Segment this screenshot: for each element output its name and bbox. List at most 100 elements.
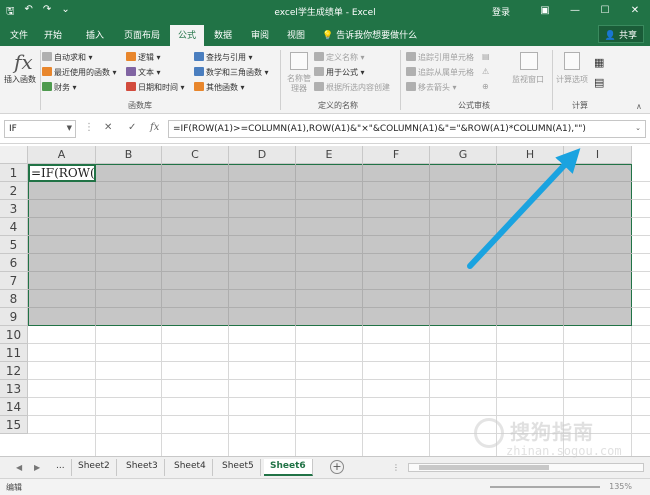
group-label-calculation: 计算 [572, 101, 588, 110]
watermark-url: zhinan.sogou.com [506, 444, 622, 458]
title-bar: 🖫 ↶ ↷ ⌄ excel学生成绩单 - Excel 登录 ▣ — ☐ ✕ [0, 0, 650, 22]
trace-dependents-button[interactable]: 追踪从属单元格 [406, 67, 474, 78]
add-sheet-icon[interactable]: + [330, 460, 344, 474]
text-icon [126, 67, 136, 76]
tab-data[interactable]: 数据 [214, 28, 232, 41]
tab-splitter-icon[interactable]: ⋮ [392, 463, 400, 472]
use-in-formula-button[interactable]: 用于公式 ▾ [314, 67, 365, 78]
calendar-icon [126, 82, 136, 91]
autosum-button[interactable]: 自动求和 ▾ [42, 52, 93, 63]
sigma-icon [42, 52, 52, 61]
tell-me-text: 告诉我你想要做什么 [336, 31, 418, 41]
tab-insert[interactable]: 插入 [86, 28, 104, 41]
trace-precedents-icon [406, 52, 416, 61]
tab-formulas[interactable]: 公式 [170, 25, 205, 46]
tab-review[interactable]: 审阅 [251, 28, 269, 41]
sheet-tab-sheet3[interactable]: Sheet3 [120, 459, 165, 476]
share-button[interactable]: 👤 共享 [597, 25, 644, 43]
login-link[interactable]: 登录 [492, 5, 510, 18]
datetime-button[interactable]: 日期和时间 ▾ [126, 82, 185, 93]
excel-window: 🖫 ↶ ↷ ⌄ excel学生成绩单 - Excel 登录 ▣ — ☐ ✕ 文件… [0, 0, 650, 495]
prev-sheet-icon[interactable]: ◀ [16, 463, 22, 472]
divider [400, 50, 401, 110]
logical-button[interactable]: 逻辑 ▾ [126, 52, 161, 63]
status-bar: 编辑 135% [0, 478, 650, 495]
zoom-slider[interactable] [490, 486, 600, 488]
math-button[interactable]: 数学和三角函数 ▾ [194, 67, 269, 78]
maximize-icon[interactable]: ☐ [590, 0, 620, 22]
remove-arrows-button[interactable]: 移去箭头 ▾ [406, 82, 457, 93]
name-manager-button[interactable]: 名称管理器 [285, 74, 313, 94]
formula-input[interactable]: =IF(ROW(A1)>=COLUMN(A1),ROW(A1)&"×"&COLU… [168, 120, 646, 138]
zoom-level[interactable]: 135% [609, 482, 632, 491]
person-icon: 👤 [604, 31, 617, 41]
watermark-logo [474, 418, 504, 448]
insert-function-button[interactable]: 插入函数 [4, 74, 36, 85]
window-controls: ▣ — ☐ ✕ [530, 0, 650, 22]
arrow-line [467, 148, 581, 269]
use-in-formula-icon [314, 67, 324, 76]
recent-functions-button[interactable]: 最近使用的函数 ▾ [42, 67, 117, 78]
close-icon[interactable]: ✕ [620, 0, 650, 22]
sheet-tab-sheet5[interactable]: Sheet5 [216, 459, 261, 476]
lookup-icon [194, 52, 204, 61]
annotation-arrow [467, 148, 581, 269]
calculation-options-button[interactable]: 计算选项 [556, 74, 588, 85]
insert-function-icon[interactable]: fx [150, 122, 159, 133]
chevron-down-icon[interactable]: ▼ [67, 124, 72, 132]
divider [40, 50, 41, 110]
collapse-ribbon-icon[interactable]: ∧ [636, 102, 642, 111]
fx-icon[interactable]: fx [14, 50, 33, 74]
tab-file[interactable]: 文件 [10, 28, 28, 41]
minimize-icon[interactable]: — [560, 0, 590, 22]
trace-precedents-button[interactable]: 追踪引用单元格 [406, 52, 474, 63]
name-manager-icon [290, 52, 308, 70]
worksheet-grid[interactable]: ABCDEFGHI 1 2 3 4 5 6 7 8 9 10 11 12 13 14 15 =IF(ROW(… [0, 146, 650, 456]
lookup-button[interactable]: 查找与引用 ▾ [194, 52, 253, 63]
formula-text: =IF(ROW(A1)>=COLUMN(A1),ROW(A1)&"×"&COLU… [173, 124, 586, 134]
evaluate-formula-icon[interactable]: ⊕ [482, 82, 489, 91]
tab-home[interactable]: 开始 [44, 28, 62, 41]
share-label: 共享 [618, 31, 637, 41]
tell-me-box[interactable]: 💡 告诉我你想要做什么 [322, 28, 417, 41]
sheet-tab-sheet4[interactable]: Sheet4 [168, 459, 213, 476]
status-mode: 编辑 [6, 483, 22, 492]
enter-icon[interactable]: ✓ [128, 122, 136, 133]
create-from-selection-icon [314, 82, 324, 91]
financial-button[interactable]: 财务 ▾ [42, 82, 77, 93]
expand-formula-icon[interactable]: ⌄ [635, 124, 641, 132]
define-name-button[interactable]: 定义名称 ▾ [314, 52, 365, 63]
sheet-overflow-button[interactable]: ... [50, 459, 72, 476]
star-icon [42, 67, 52, 76]
restore-ribbon-icon[interactable]: ▣ [530, 0, 560, 22]
calculate-sheet-icon[interactable]: ▤ [594, 76, 604, 89]
text-button[interactable]: 文本 ▾ [126, 67, 161, 78]
scroll-thumb[interactable] [419, 465, 549, 470]
watermark: 搜狗指南 zhinan.sogou.com [470, 414, 640, 462]
ribbon-tabs: 文件 开始 插入 页面布局 公式 数据 审阅 视图 💡 告诉我你想要做什么 👤 … [0, 22, 650, 46]
error-check-icon[interactable]: ⚠ [482, 67, 489, 76]
tab-view[interactable]: 视图 [287, 28, 305, 41]
sheet-tab-sheet6[interactable]: Sheet6 [264, 459, 313, 476]
name-box-value: IF [9, 124, 17, 134]
name-box[interactable]: IF ▼ [4, 120, 76, 138]
calculation-options-icon [564, 52, 580, 70]
watch-window-button[interactable]: 监视窗口 [512, 74, 544, 85]
group-label-formula-auditing: 公式审核 [458, 101, 490, 110]
logical-icon [126, 52, 136, 61]
more-functions-button[interactable]: 其他函数 ▾ [194, 82, 245, 93]
divider [552, 50, 553, 110]
math-icon [194, 67, 204, 76]
show-formulas-icon[interactable]: ▤ [482, 52, 490, 61]
sheet-tab-sheet2[interactable]: Sheet2 [72, 459, 117, 476]
remove-arrows-icon [406, 82, 416, 91]
tab-page-layout[interactable]: 页面布局 [124, 28, 160, 41]
ribbon-formulas: fx 插入函数 自动求和 ▾ 最近使用的函数 ▾ 财务 ▾ 逻辑 ▾ 文本 ▾ … [0, 46, 650, 114]
horizontal-scrollbar[interactable] [408, 463, 644, 472]
create-from-selection-button[interactable]: 根据所选内容创建 [314, 82, 390, 93]
next-sheet-icon[interactable]: ▶ [34, 463, 40, 472]
cancel-icon[interactable]: ✕ [104, 122, 112, 133]
watch-window-icon [520, 52, 538, 70]
calculator-icon[interactable]: ▦ [594, 56, 604, 69]
drag-handle-icon[interactable]: ⋮ [84, 122, 94, 133]
